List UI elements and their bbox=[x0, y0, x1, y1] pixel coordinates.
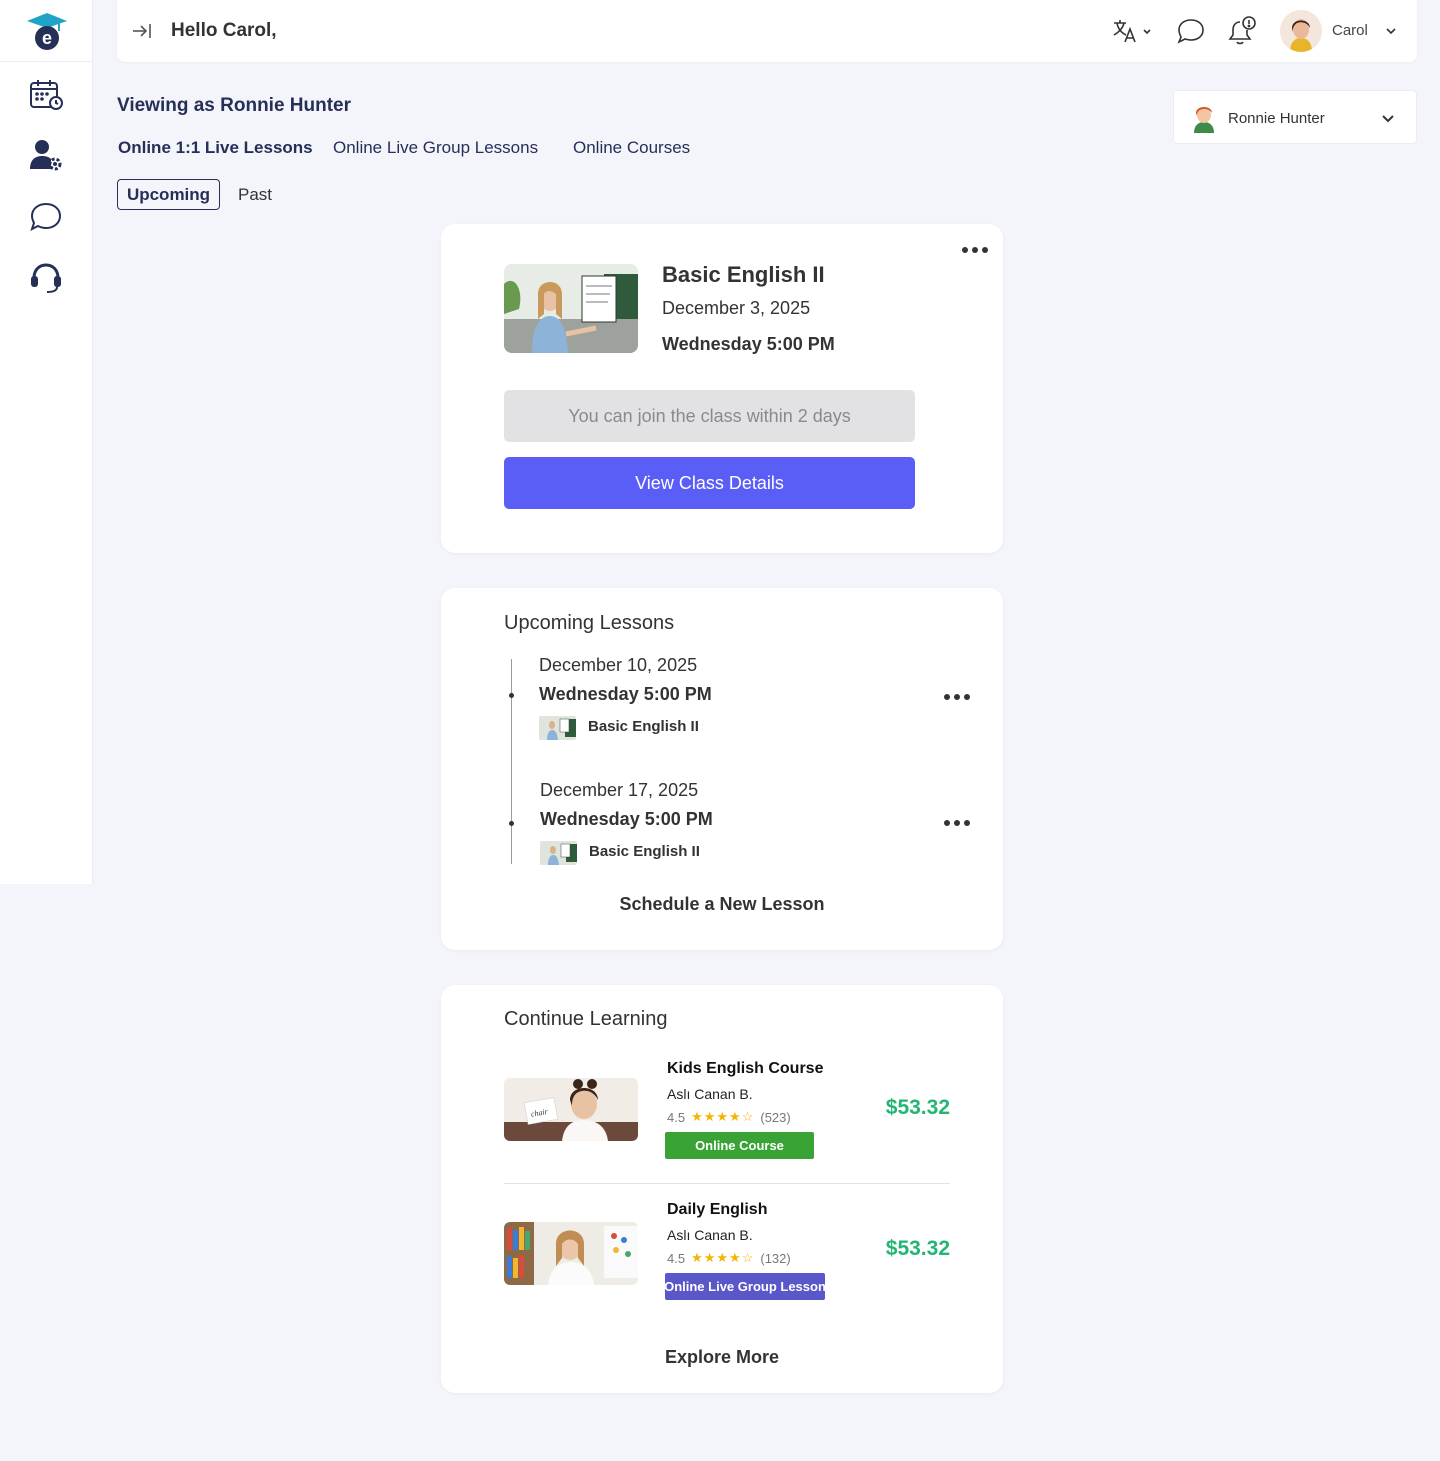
lesson-thumbnail bbox=[540, 841, 577, 865]
more-options-icon[interactable] bbox=[942, 816, 972, 830]
lesson-time: Wednesday 5:00 PM bbox=[540, 809, 713, 829]
lesson-title: Basic English II bbox=[662, 262, 825, 287]
course-type-badge: Online Course bbox=[665, 1132, 814, 1159]
join-availability-notice: You can join the class within 2 days bbox=[504, 390, 915, 442]
chevron-down-icon[interactable] bbox=[1384, 24, 1398, 38]
app-logo[interactable]: e bbox=[0, 0, 93, 62]
course-price: $53.32 bbox=[885, 1237, 950, 1260]
user-settings-icon[interactable] bbox=[27, 136, 65, 174]
lesson-course-name: Basic English II bbox=[589, 843, 700, 860]
timeline-dot bbox=[509, 821, 514, 826]
subtab-past[interactable]: Past bbox=[230, 179, 280, 210]
course-rating: 4.5 ★★★★☆ (132) bbox=[667, 1250, 791, 1266]
svg-text:e: e bbox=[41, 28, 51, 48]
more-options-icon[interactable] bbox=[960, 243, 990, 257]
notification-bell-icon[interactable] bbox=[1226, 15, 1258, 47]
continue-learning-heading: Continue Learning bbox=[504, 1008, 668, 1030]
language-translate-icon[interactable] bbox=[1111, 15, 1155, 47]
headset-support-icon[interactable] bbox=[27, 258, 65, 296]
timeline-line bbox=[511, 659, 512, 864]
calendar-clock-icon[interactable] bbox=[27, 76, 65, 114]
course-thumbnail[interactable] bbox=[504, 1222, 638, 1285]
student-avatar bbox=[1190, 103, 1218, 133]
lesson-date: December 3, 2025 bbox=[662, 298, 811, 318]
graduation-logo-icon: e bbox=[26, 12, 67, 50]
course-author: Aslı Canan B. bbox=[667, 1086, 753, 1102]
tab-group-lessons[interactable]: Online Live Group Lessons bbox=[333, 138, 538, 158]
rating-value: 4.5 bbox=[667, 1250, 686, 1266]
course-type-badge: Online Live Group Lesson bbox=[664, 1273, 826, 1300]
lesson-thumbnail bbox=[504, 264, 638, 353]
divider bbox=[504, 1183, 950, 1184]
chevron-down-icon bbox=[1379, 110, 1397, 128]
tab-online-courses[interactable]: Online Courses bbox=[573, 138, 690, 158]
lesson-time: Wednesday 5:00 PM bbox=[662, 334, 835, 354]
course-title[interactable]: Kids English Course bbox=[667, 1060, 823, 1078]
chat-bubble-icon[interactable] bbox=[27, 198, 65, 236]
review-count: (523) bbox=[760, 1109, 791, 1125]
list-item: December 17, 2025 Wednesday 5:00 PM Basi… bbox=[540, 780, 980, 870]
lesson-date: December 10, 2025 bbox=[539, 655, 698, 675]
expand-sidebar-icon[interactable] bbox=[131, 20, 153, 42]
sidebar: e bbox=[0, 0, 93, 884]
schedule-new-lesson-link[interactable]: Schedule a New Lesson bbox=[441, 894, 1003, 915]
star-rating-icon: ★★★★☆ bbox=[691, 1250, 755, 1265]
viewing-as-title: Viewing as Ronnie Hunter bbox=[117, 95, 352, 116]
lesson-thumbnail bbox=[539, 716, 576, 740]
review-count: (132) bbox=[760, 1250, 791, 1266]
view-class-details-button[interactable]: View Class Details bbox=[504, 457, 915, 509]
lesson-course-name: Basic English II bbox=[588, 718, 699, 735]
student-name: Ronnie Hunter bbox=[1228, 110, 1325, 127]
messages-icon[interactable] bbox=[1175, 15, 1207, 47]
user-avatar[interactable] bbox=[1280, 10, 1322, 52]
course-item: Daily English Aslı Canan B. 4.5 ★★★★☆ (1… bbox=[504, 1201, 950, 1311]
timeline-dot bbox=[509, 693, 514, 698]
course-rating: 4.5 ★★★★☆ (523) bbox=[667, 1109, 791, 1125]
explore-more-link[interactable]: Explore More bbox=[441, 1347, 1003, 1368]
student-selector[interactable]: Ronnie Hunter bbox=[1173, 90, 1417, 144]
lesson-date: December 17, 2025 bbox=[540, 780, 699, 800]
course-thumbnail[interactable]: chair bbox=[504, 1078, 638, 1141]
user-name[interactable]: Carol bbox=[1332, 22, 1368, 39]
course-author: Aslı Canan B. bbox=[667, 1227, 753, 1243]
course-price: $53.32 bbox=[885, 1096, 950, 1119]
tab-one-on-one-lessons[interactable]: Online 1:1 Live Lessons bbox=[118, 138, 313, 158]
continue-learning-card: Continue Learning chair Kids English Cou… bbox=[441, 985, 1003, 1393]
top-bar: Hello Carol, Carol bbox=[117, 0, 1417, 62]
course-title[interactable]: Daily English bbox=[667, 1201, 767, 1219]
more-options-icon[interactable] bbox=[942, 690, 972, 704]
star-rating-icon: ★★★★☆ bbox=[691, 1109, 755, 1124]
list-item: December 10, 2025 Wednesday 5:00 PM Basi… bbox=[539, 655, 979, 745]
lesson-time: Wednesday 5:00 PM bbox=[539, 684, 712, 704]
rating-value: 4.5 bbox=[667, 1109, 686, 1125]
upcoming-lessons-heading: Upcoming Lessons bbox=[504, 612, 675, 634]
next-lesson-card: Basic English II December 3, 2025 Wednes… bbox=[441, 224, 1003, 553]
greeting: Hello Carol, bbox=[171, 20, 277, 41]
subtab-upcoming[interactable]: Upcoming bbox=[117, 179, 220, 210]
course-item: chair Kids English Course Aslı Canan B. … bbox=[504, 1060, 950, 1170]
upcoming-lessons-card: Upcoming Lessons December 10, 2025 Wedne… bbox=[441, 588, 1003, 950]
